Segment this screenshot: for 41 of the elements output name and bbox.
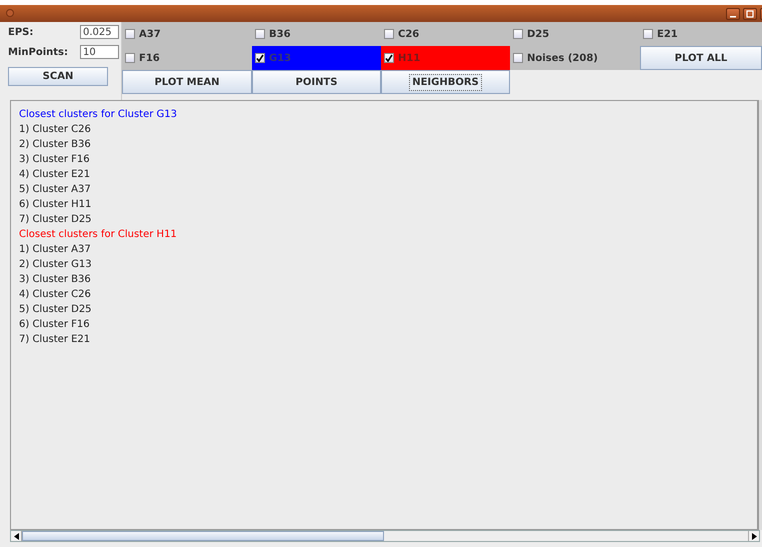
scroll-right-icon[interactable] <box>748 531 759 541</box>
result-line: 7) Cluster D25 <box>19 213 93 227</box>
vertical-scrollbar[interactable] <box>758 100 762 530</box>
result-line: 4) Cluster E21 <box>19 168 92 182</box>
result-line: 5) Cluster D25 <box>19 303 93 317</box>
result-line: 6) Cluster H11 <box>19 198 92 212</box>
cluster-checkbox[interactable]: E21 <box>640 22 762 46</box>
param-field[interactable]: 0.025 <box>80 25 119 39</box>
result-line: 6) Cluster F16 <box>19 318 91 332</box>
scroll-left-icon[interactable] <box>11 531 22 541</box>
result-line: 3) Cluster B36 <box>19 273 92 287</box>
cluster-checkbox[interactable]: A37 <box>122 22 252 46</box>
result-line: 4) Cluster C26 <box>19 288 92 302</box>
cluster-checkbox[interactable]: D25 <box>510 22 640 46</box>
cluster-checkbox[interactable]: C26 <box>381 22 510 46</box>
cluster-checkbox[interactable]: F16 <box>122 46 252 70</box>
result-line: 1) Cluster A37 <box>19 243 92 257</box>
action-button[interactable]: PLOT MEAN <box>122 70 252 94</box>
checkmark-icon <box>256 54 264 62</box>
cluster-checkbox[interactable]: Noises (208) <box>510 46 640 70</box>
result-line: 1) Cluster C26 <box>19 123 92 137</box>
param-label: EPS: <box>8 26 34 40</box>
result-line: 2) Cluster B36 <box>19 138 92 152</box>
minimize-icon[interactable] <box>726 8 740 20</box>
checkmark-icon <box>385 54 393 62</box>
scan-button[interactable]: SCAN <box>8 67 108 86</box>
param-field[interactable]: 10 <box>80 45 119 59</box>
result-line: 7) Cluster E21 <box>19 333 92 347</box>
param-label: MinPoints: <box>8 46 68 60</box>
action-button[interactable]: POINTS <box>252 70 381 94</box>
cluster-checkbox[interactable]: B36 <box>252 22 381 46</box>
horizontal-scrollbar[interactable] <box>10 530 760 542</box>
result-heading: Closest clusters for Cluster H11 <box>19 228 178 242</box>
result-line: 5) Cluster A37 <box>19 183 92 197</box>
action-button[interactable]: NEIGHBORS <box>381 70 510 94</box>
maximize-icon[interactable] <box>743 8 757 20</box>
scroll-thumb[interactable] <box>22 531 384 541</box>
result-line: 3) Cluster F16 <box>19 153 91 167</box>
result-line: 2) Cluster G13 <box>19 258 93 272</box>
action-button[interactable]: PLOT ALL <box>640 46 762 70</box>
result-heading: Closest clusters for Cluster G13 <box>19 108 178 122</box>
